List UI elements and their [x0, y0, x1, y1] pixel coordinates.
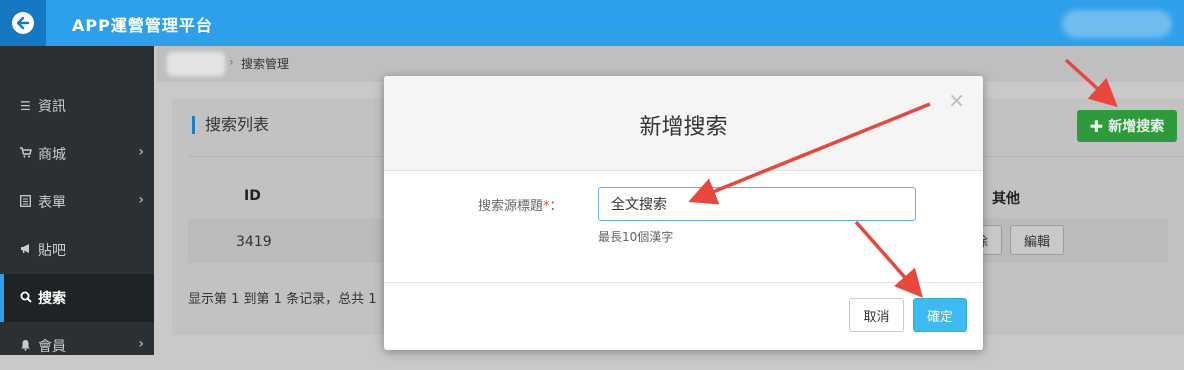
sidebar-item-label: 商城 — [38, 147, 66, 163]
close-icon[interactable]: × — [948, 88, 965, 112]
app-title: APP運營管理平台 — [72, 16, 213, 35]
list-icon: ☰ — [20, 99, 31, 113]
edit-button[interactable]: 編輯 — [1010, 225, 1064, 255]
sidebar-item-members[interactable]: 會員 › — [0, 322, 154, 370]
panel-title: 搜索列表 — [192, 116, 269, 134]
search-source-title-label: 搜索源標題*： — [478, 195, 563, 214]
dialog-title: 新增搜索 — [639, 115, 728, 140]
breadcrumb-home-blurred[interactable] — [167, 52, 225, 76]
breadcrumb-current: 搜索管理 — [241, 57, 290, 71]
sidebar-item-label: 會員 — [38, 339, 66, 355]
add-search-label: 新增搜索 — [1108, 119, 1165, 135]
sidebar-item-label: 表單 — [38, 195, 66, 211]
chevron-right-icon: › — [138, 192, 144, 208]
back-arrow-icon — [12, 12, 34, 34]
chevron-right-icon: › — [138, 336, 144, 352]
dialog-footer-divider — [384, 282, 983, 283]
confirm-button[interactable]: 確定 — [913, 298, 967, 332]
pagination-info: 显示第 1 到第 1 条记录，总共 1 — [188, 292, 377, 307]
field-label-text: 搜索源標題 — [478, 199, 544, 214]
column-header-id: ID — [244, 188, 261, 204]
sidebar-item-search[interactable]: 搜索 — [0, 274, 154, 322]
cancel-button[interactable]: 取消 — [849, 298, 904, 332]
sidebar-item-label: 搜索 — [38, 291, 66, 307]
sidebar-item-label: 貼吧 — [38, 243, 66, 259]
plus-icon: ✚ — [1089, 116, 1104, 136]
chevron-right-icon: › — [138, 144, 144, 160]
sidebar-item-forum[interactable]: 貼吧 — [0, 226, 154, 274]
top-bar: APP運營管理平台 — [0, 0, 1184, 46]
sidebar-item-label: 資訊 — [38, 99, 66, 115]
bell-icon — [20, 339, 34, 354]
dialog-header: 新增搜索 × — [384, 76, 983, 171]
search-source-title-input[interactable] — [598, 187, 916, 221]
add-search-button[interactable]: ✚ 新增搜索 — [1077, 110, 1177, 142]
back-button[interactable] — [0, 0, 46, 46]
sidebar-item-mall[interactable]: 商城 › — [0, 130, 154, 178]
search-icon — [20, 291, 34, 306]
sidebar-item-news[interactable]: ☰ 資訊 — [0, 82, 154, 130]
field-help-text: 最長10個漢字 — [598, 230, 674, 244]
sidebar-item-forms[interactable]: 表單 › — [0, 178, 154, 226]
user-info-blurred[interactable] — [1062, 10, 1172, 38]
field-label-colon: ： — [549, 199, 563, 214]
form-icon — [20, 194, 34, 210]
add-search-dialog: 新增搜索 × 搜索源標題*： 最長10個漢字 取消 確定 — [384, 76, 983, 350]
megaphone-icon — [20, 243, 34, 257]
breadcrumb-separator-icon: › — [229, 55, 234, 69]
cart-icon — [20, 147, 34, 161]
column-header-other: 其他 — [992, 191, 1020, 207]
table-cell-id: 3419 — [236, 234, 272, 250]
